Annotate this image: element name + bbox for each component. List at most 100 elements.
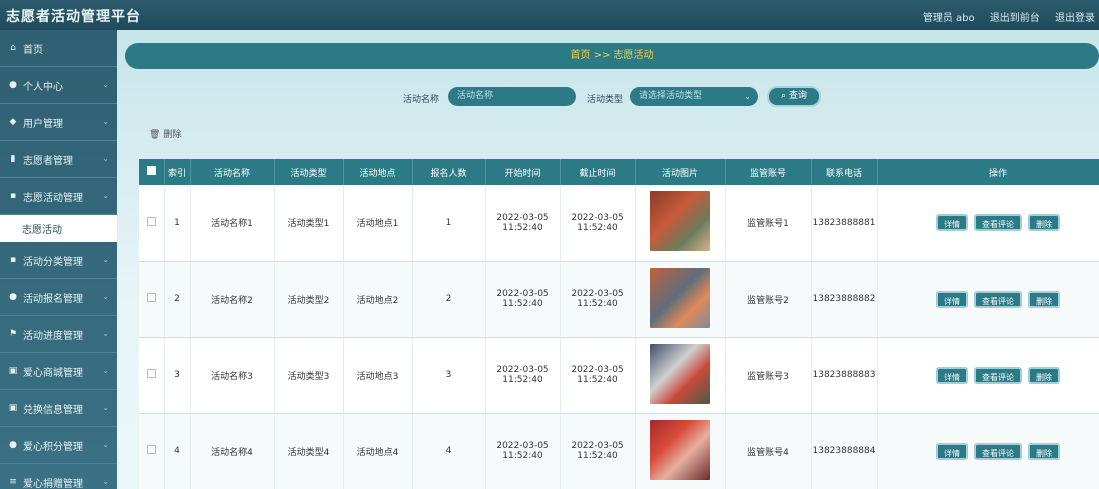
- admin-user-label: 管理员 abo: [922, 13, 975, 24]
- sidebar-item-label: 爱心商城管理: [23, 367, 83, 379]
- main-content: 首页 >> 志愿活动 活动名称 活动名称 活动类型 请选择活动类型 ⌄ ⌕ 查询…: [117, 30, 1099, 489]
- table-header-row: 索引 活动名称 活动类型 活动地点 报名人数 开始时间 截止时间 活动图片 监管…: [139, 159, 1099, 185]
- sidebar: ⌂ 首页 ● 个人中心 ⌄ ◆ 用户管理 ⌄ ▮ 志愿者管理 ⌄ ▪ 志愿活动管理 ⌄ 志愿活动 ▪ 活动分…: [0, 30, 117, 489]
- back-to-front-link[interactable]: 退出到前台: [990, 13, 1040, 24]
- sidebar-item[interactable]: ● 爱心积分管理 ⌄: [0, 427, 117, 464]
- cell-actions: 详情 查看评论 删除: [877, 413, 1099, 489]
- chevron-down-icon: ⌄: [744, 92, 751, 101]
- detail-button[interactable]: 详情: [936, 290, 968, 308]
- sidebar-item[interactable]: ≡ 爱心捐赠管理 ⌄: [0, 464, 117, 489]
- grid-icon: ▪: [9, 191, 17, 201]
- sidebar-item[interactable]: ▪ 志愿活动管理 ⌄: [0, 178, 117, 215]
- sidebar-item-label: 爱心积分管理: [23, 441, 83, 453]
- view-comments-button[interactable]: 查看评论: [974, 290, 1022, 308]
- chevron-down-icon: ⌄: [102, 329, 109, 338]
- search-bar: 活动名称 活动名称 活动类型 请选择活动类型 ⌄ ⌕ 查询: [117, 86, 1099, 109]
- header-links: 管理员 abo 退出到前台 退出登录: [911, 9, 1095, 24]
- cell-end: 2022-03-05 11:52:40: [560, 337, 636, 414]
- sidebar-subitem-volunteer-activity[interactable]: 志愿活动: [0, 215, 117, 242]
- activity-table: 索引 活动名称 活动类型 活动地点 报名人数 开始时间 截止时间 活动图片 监管…: [139, 159, 1099, 489]
- chart-icon: ▮: [10, 154, 16, 164]
- column-header: 索引: [164, 159, 191, 185]
- cell-type: 活动类型1: [274, 185, 344, 262]
- delete-button[interactable]: 删除: [1028, 290, 1060, 308]
- activity-image: [635, 185, 726, 262]
- user-icon: ●: [9, 80, 17, 90]
- sidebar-item[interactable]: ▣ 爱心商城管理 ⌄: [0, 353, 117, 390]
- column-header: 截止时间: [560, 159, 636, 185]
- sidebar-item-label: 爱心捐赠管理: [23, 478, 83, 489]
- column-header: 开始时间: [485, 159, 561, 185]
- logout-link[interactable]: 退出登录: [1055, 13, 1095, 24]
- cell-count: 4: [412, 413, 486, 489]
- view-comments-button[interactable]: 查看评论: [974, 214, 1022, 232]
- activity-image: [635, 337, 726, 414]
- detail-button[interactable]: 详情: [936, 366, 968, 384]
- sidebar-item[interactable]: ● 个人中心 ⌄: [0, 67, 117, 104]
- search-icon: ⌕: [781, 91, 787, 101]
- row-checkbox[interactable]: [139, 261, 165, 338]
- cell-count: 1: [412, 185, 486, 262]
- sidebar-item[interactable]: ▣ 兑换信息管理 ⌄: [0, 390, 117, 427]
- sidebar-item[interactable]: ▮ 志愿者管理 ⌄: [0, 141, 117, 178]
- cell-type: 活动类型4: [274, 413, 344, 489]
- column-header: 监管账号: [725, 159, 812, 185]
- breadcrumb: 首页 >> 志愿活动: [125, 43, 1099, 69]
- top-bar: 志愿者活动管理平台 管理员 abo 退出到前台 退出登录: [0, 0, 1099, 30]
- chevron-down-icon: ⌄: [102, 440, 109, 449]
- activity-type-select[interactable]: 请选择活动类型 ⌄: [630, 87, 758, 106]
- cell-name: 活动名称1: [190, 185, 275, 262]
- delete-button[interactable]: 删除: [1028, 442, 1060, 460]
- detail-button[interactable]: 详情: [936, 214, 968, 232]
- cell-name: 活动名称3: [190, 337, 275, 414]
- cell-name: 活动名称4: [190, 413, 275, 489]
- cell-account: 监管账号3: [725, 337, 812, 414]
- column-header: 活动名称: [190, 159, 275, 185]
- column-header: 活动图片: [635, 159, 726, 185]
- flag-icon: ⚑: [8, 329, 18, 339]
- delete-button[interactable]: 删除: [1028, 366, 1060, 384]
- search-button[interactable]: ⌕ 查询: [767, 86, 821, 107]
- trash-icon: 🗑: [149, 130, 161, 140]
- sidebar-item-label: 志愿活动管理: [23, 192, 83, 204]
- select-all-checkbox[interactable]: [139, 159, 165, 185]
- batch-delete-label: 删除: [163, 130, 182, 140]
- sidebar-item-label: 个人中心: [23, 81, 63, 93]
- column-header: 操作: [877, 159, 1099, 185]
- grid-icon: ▪: [9, 255, 17, 265]
- activity-type-label: 活动类型: [587, 95, 624, 105]
- activity-image: [635, 261, 726, 338]
- row-checkbox[interactable]: [139, 413, 165, 489]
- menu-icon: ≡: [9, 477, 17, 487]
- column-header: 报名人数: [412, 159, 486, 185]
- cell-index: 3: [164, 337, 191, 414]
- user-icon: ●: [9, 292, 17, 302]
- row-checkbox[interactable]: [139, 337, 165, 414]
- sidebar-item[interactable]: ⚑ 活动进度管理 ⌄: [0, 316, 117, 353]
- column-header: 联系电话: [811, 159, 878, 185]
- cell-actions: 详情 查看评论 删除: [877, 261, 1099, 338]
- chevron-down-icon: ⌄: [102, 255, 109, 264]
- cell-start: 2022-03-05 11:52:40: [485, 261, 561, 338]
- delete-button[interactable]: 删除: [1028, 214, 1060, 232]
- batch-delete-button[interactable]: 🗑 删除: [149, 127, 181, 140]
- detail-button[interactable]: 详情: [936, 442, 968, 460]
- cell-actions: 详情 查看评论 删除: [877, 185, 1099, 262]
- table-row: 4 活动名称4 活动类型4 活动地点4 4 2022-03-05 11:52:40 2022…: [139, 413, 1099, 489]
- view-comments-button[interactable]: 查看评论: [974, 366, 1022, 384]
- cell-start: 2022-03-05 11:52:40: [485, 413, 561, 489]
- row-checkbox[interactable]: [139, 185, 165, 262]
- cell-index: 4: [164, 413, 191, 489]
- cell-account: 监管账号1: [725, 185, 812, 262]
- cell-end: 2022-03-05 11:52:40: [560, 261, 636, 338]
- sidebar-item[interactable]: ⌂ 首页: [0, 30, 117, 67]
- sidebar-item[interactable]: ● 活动报名管理 ⌄: [0, 279, 117, 316]
- sidebar-item-label: 活动分类管理: [23, 256, 83, 268]
- view-comments-button[interactable]: 查看评论: [974, 442, 1022, 460]
- activity-name-input[interactable]: 活动名称: [448, 87, 576, 106]
- sidebar-item[interactable]: ▪ 活动分类管理 ⌄: [0, 242, 117, 279]
- sidebar-item-label: 用户管理: [23, 118, 63, 130]
- sidebar-item-label: 志愿者管理: [23, 155, 73, 167]
- sidebar-item[interactable]: ◆ 用户管理 ⌄: [0, 104, 117, 141]
- cell-phone: 13823888881: [811, 185, 878, 262]
